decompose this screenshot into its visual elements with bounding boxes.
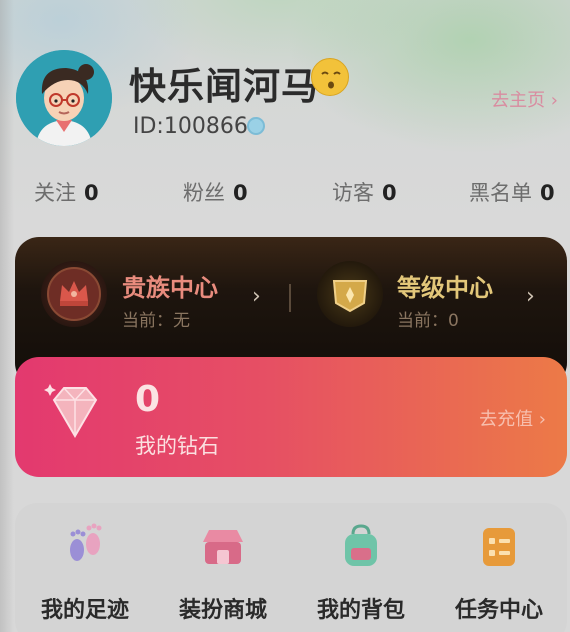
stat-label: 访客	[332, 181, 374, 205]
stat-blacklist[interactable]: 黑名单 0	[469, 177, 555, 207]
stat-label: 黑名单	[469, 181, 532, 205]
level-current: 当前：0	[397, 311, 459, 331]
level-center-title[interactable]: 等级中心	[397, 268, 493, 303]
level-badge-icon[interactable]	[317, 261, 383, 327]
menu-label: 装扮商城	[178, 598, 267, 623]
stat-value: 0	[540, 181, 555, 205]
stat-following[interactable]: 关注 0	[34, 177, 99, 207]
stat-value: 0	[382, 181, 397, 205]
diamond-count: 0	[135, 379, 161, 420]
nobility-arrow-icon[interactable]: ›	[252, 284, 261, 309]
footprint-icon	[70, 523, 102, 561]
nobility-current: 当前：无	[122, 311, 190, 331]
task-icon	[483, 528, 515, 566]
menu-label: 我的背包	[316, 598, 405, 623]
stat-label: 粉丝	[183, 181, 225, 205]
level-arrow-icon[interactable]: ›	[526, 284, 535, 309]
user-id: ID:100866	[133, 114, 248, 139]
shop-icon	[203, 530, 243, 564]
stat-fans[interactable]: 粉丝 0	[183, 177, 248, 207]
nobility-crown-icon[interactable]	[41, 261, 107, 327]
username: 快乐闻河马	[129, 65, 319, 108]
recharge-link[interactable]: 去充值 ›	[479, 405, 546, 431]
nobility-center-title[interactable]: 贵族中心	[122, 268, 218, 303]
diamond-icon	[42, 382, 108, 446]
stat-label: 关注	[34, 181, 76, 205]
avatar[interactable]	[16, 50, 112, 146]
menu-item-backpack[interactable]: 我的背包	[292, 522, 430, 624]
menu-item-footprint[interactable]: 我的足迹	[16, 522, 154, 624]
copy-icon[interactable]	[247, 117, 265, 135]
menu-item-tasks[interactable]: 任务中心	[430, 522, 568, 624]
frame-edge	[0, 0, 14, 632]
backpack-icon	[345, 524, 377, 566]
menu-label: 任务中心	[454, 598, 543, 623]
stat-visitors[interactable]: 访客 0	[332, 177, 397, 207]
menu-label: 我的足迹	[40, 598, 129, 623]
stat-value: 0	[84, 181, 99, 205]
vip-divider	[289, 284, 291, 312]
menu-item-shop[interactable]: 装扮商城	[154, 522, 292, 624]
diamond-label: 我的钻石	[135, 434, 219, 458]
homepage-link[interactable]: 去主页 ›	[491, 86, 558, 112]
kissing-emoji-icon	[311, 58, 349, 96]
stat-value: 0	[233, 181, 248, 205]
